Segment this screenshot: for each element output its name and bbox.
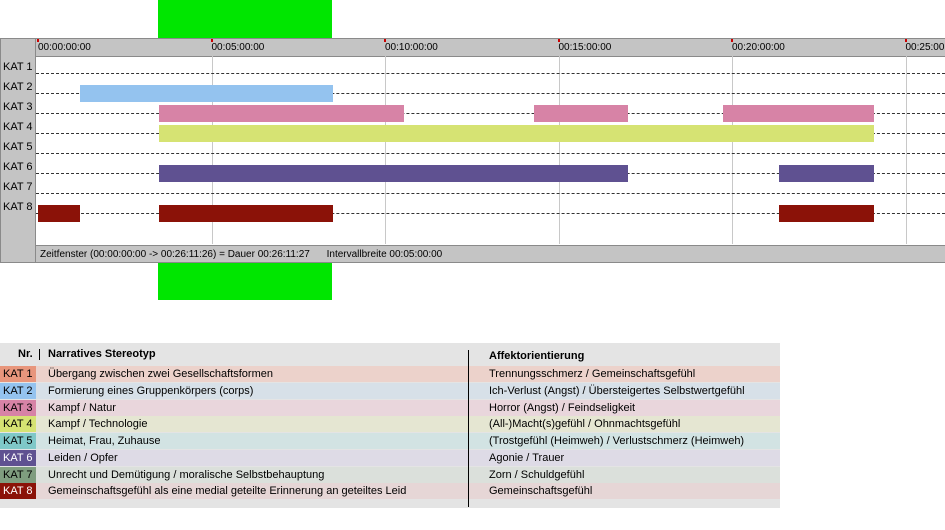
status-interval: Intervallbreite 00:05:00:00 — [326, 249, 443, 260]
segment-bar[interactable] — [79, 85, 333, 102]
track-line — [36, 73, 945, 74]
timeline-chart[interactable]: 00:00:00:00 00:05:00:00 00:10:00:00 00:15:0… — [36, 38, 945, 263]
selection-marker-bottom[interactable] — [158, 263, 332, 300]
legend-row: KAT 1 Übergang zwischen zwei Gesellschaft… — [0, 366, 780, 382]
category-label: KAT 5 — [3, 141, 33, 153]
grid-line — [385, 56, 386, 244]
col-header-narrative: Narratives Stereotyp — [48, 348, 156, 360]
segment-bar[interactable] — [778, 165, 875, 182]
affect-text: Trennungsschmerz / Gemeinschaftsgefühl — [489, 368, 696, 380]
legend-row: KAT 5 Heimat, Frau, Zuhause (Trostgefühl (… — [0, 433, 780, 449]
selection-marker-top[interactable] — [158, 0, 332, 38]
category-swatch: KAT 7 — [0, 466, 36, 483]
narrative-text: Heimat, Frau, Zuhause — [48, 435, 161, 447]
narrative-text: Übergang zwischen zwei Gesellschaftsform… — [48, 368, 273, 380]
category-label: KAT 1 — [3, 61, 33, 73]
col-header-nr: Nr. — [18, 348, 33, 360]
affect-text: Gemeinschaftsgefühl — [489, 485, 593, 498]
segment-bar[interactable] — [159, 125, 875, 142]
category-label-column: KAT 1 KAT 2 KAT 3 KAT 4 KAT 5 KAT 6 KAT 7 KAT 8 — [0, 38, 36, 263]
tick-label: 00:00:00:00 — [38, 42, 91, 53]
legend-row: KAT 7 Unrecht und Demütigung / moralische… — [0, 466, 780, 483]
segment-bar[interactable] — [534, 105, 628, 122]
tick-label: 00:15:00:00 — [558, 42, 612, 53]
category-label: KAT 6 — [3, 161, 33, 173]
legend-row: KAT 4 Kampf / Technologie (All-)Macht(s)ge… — [0, 416, 780, 433]
affect-text: (All-)Macht(s)gefühl / Ohnmachtsgefühl — [489, 418, 681, 431]
narrative-text: Unrecht und Demütigung / moralische Selb… — [48, 468, 325, 481]
segment-bar[interactable] — [159, 105, 405, 122]
category-label: KAT 2 — [3, 81, 33, 93]
status-bar: Zeitfenster (00:00:00:00 -> 00:26:11:26)… — [36, 245, 945, 262]
narrative-text: Formierung eines Gruppenkörpers (corps) — [48, 384, 254, 397]
legend-table: Nr. Narratives Stereotyp Affektorientier… — [0, 343, 780, 508]
category-label: KAT 7 — [3, 181, 33, 193]
narrative-text: Kampf / Technologie — [48, 418, 148, 431]
legend-row: KAT 3 Kampf / Natur Horror (Angst) / Feind… — [0, 399, 780, 416]
track-line — [36, 153, 945, 154]
segment-bar[interactable] — [778, 205, 875, 222]
affect-text: (Trostgefühl (Heimweh) / Verlustschmerz … — [489, 435, 745, 447]
tick-label: 00:05:00:00 — [211, 42, 265, 53]
narrative-text: Kampf / Natur — [48, 401, 116, 414]
col-header-affect: Affektorientierung — [489, 350, 585, 362]
nr-separator — [39, 349, 40, 360]
segment-bar[interactable] — [159, 205, 333, 222]
category-swatch: KAT 2 — [0, 382, 36, 399]
legend-divider — [468, 350, 469, 507]
category-swatch: KAT 5 — [0, 433, 36, 449]
narrative-text: Gemeinschaftsgefühl als eine medial gete… — [48, 485, 407, 498]
affect-text: Zorn / Schuldgefühl — [489, 468, 585, 481]
affect-text: Agonie / Trauer — [489, 451, 565, 464]
legend-row: KAT 8 Gemeinschaftsgefühl als eine medial… — [0, 483, 780, 500]
segment-bar[interactable] — [159, 165, 628, 182]
category-label: KAT 4 — [3, 121, 33, 133]
category-swatch: KAT 3 — [0, 399, 36, 416]
affect-text: Ich-Verlust (Angst) / Übersteigertes Sel… — [489, 384, 745, 397]
category-swatch: KAT 1 — [0, 366, 36, 382]
category-swatch: KAT 8 — [0, 483, 36, 500]
track-line — [36, 193, 945, 194]
tick-label: 00:25:00 — [905, 42, 945, 53]
affect-text: Horror (Angst) / Feindseligkeit — [489, 401, 636, 414]
segment-bar[interactable] — [723, 105, 875, 122]
grid-line — [558, 56, 560, 244]
time-ruler[interactable]: 00:00:00:00 00:05:00:00 00:10:00:00 00:15:0… — [36, 39, 945, 57]
segment-bar[interactable] — [38, 205, 80, 222]
tick-label: 00:20:00:00 — [732, 42, 785, 53]
category-label: KAT 3 — [3, 101, 33, 113]
grid-line — [732, 56, 733, 244]
legend-row: KAT 6 Leiden / Opfer Agonie / Trauer — [0, 449, 780, 466]
legend-row: KAT 2 Formierung eines Gruppenkörpers (co… — [0, 382, 780, 399]
category-swatch: KAT 6 — [0, 449, 36, 466]
category-swatch: KAT 4 — [0, 416, 36, 433]
grid-line — [905, 56, 907, 244]
status-window: Zeitfenster (00:00:00:00 -> 00:26:11:26)… — [40, 249, 310, 260]
category-label: KAT 8 — [3, 201, 33, 213]
narrative-text: Leiden / Opfer — [48, 451, 118, 464]
tick-label: 00:10:00:00 — [385, 42, 438, 53]
